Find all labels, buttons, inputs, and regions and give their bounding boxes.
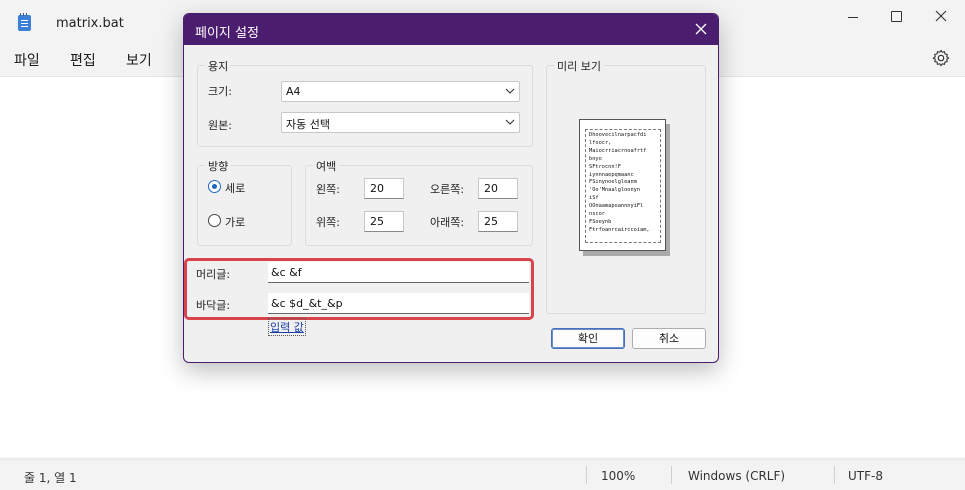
menu-view[interactable]: 보기	[126, 50, 152, 70]
chevron-down-icon	[505, 88, 515, 94]
preview-text: Dhoovecilnarpacfdi lfoocr, Maiocrriacrno…	[585, 129, 661, 243]
status-divider	[671, 466, 672, 484]
paper-source-value: 자동 선택	[286, 118, 330, 131]
margin-top-input[interactable]: 25	[364, 211, 404, 232]
paper-size-label: 크기:	[208, 85, 232, 98]
cancel-button[interactable]: 취소	[632, 328, 706, 349]
preview-group-label: 미리 보기	[554, 58, 604, 74]
margin-top-label: 위쪽:	[316, 216, 340, 229]
status-line-ending: Windows (CRLF)	[688, 469, 786, 483]
status-divider	[586, 466, 587, 484]
status-zoom: 100%	[601, 469, 636, 483]
close-icon	[935, 10, 947, 22]
orientation-group-label: 방향	[205, 158, 232, 174]
close-window-button[interactable]	[918, 4, 964, 30]
margin-right-input[interactable]: 20	[478, 178, 518, 199]
highlight-box	[184, 258, 534, 320]
margins-group-label: 여백	[313, 158, 340, 174]
margin-left-label: 왼쪽:	[316, 183, 340, 196]
margin-bottom-input[interactable]: 25	[478, 211, 518, 232]
chevron-down-icon	[505, 119, 515, 125]
notepad-app-icon	[18, 13, 31, 31]
window-title: matrix.bat	[56, 16, 124, 31]
paper-size-value: A4	[286, 85, 301, 98]
close-icon[interactable]	[692, 20, 710, 38]
gear-icon[interactable]	[932, 49, 950, 67]
dialog-title: 페이지 설정	[195, 26, 259, 41]
paper-size-select[interactable]: A4	[281, 81, 520, 102]
portrait-label[interactable]: 세로	[225, 180, 245, 196]
orientation-group: 방향	[197, 158, 292, 246]
menu-edit[interactable]: 편집	[70, 50, 96, 70]
margin-right-label: 오른쪽:	[430, 183, 465, 196]
landscape-label[interactable]: 가로	[225, 214, 245, 230]
paper-source-label: 원본:	[208, 119, 232, 132]
status-encoding: UTF-8	[848, 469, 883, 483]
dialog-titlebar: 페이지 설정	[184, 14, 718, 45]
paper-source-select[interactable]: 자동 선택	[281, 112, 520, 133]
status-bar: 줄 1, 열 1 100% Windows (CRLF) UTF-8	[0, 459, 965, 490]
menu-file[interactable]: 파일	[14, 50, 40, 70]
portrait-radio[interactable]	[208, 180, 221, 193]
margin-bottom-label: 아래쪽:	[430, 216, 465, 229]
input-values-link[interactable]: 입력 값	[268, 318, 306, 336]
status-position: 줄 1, 열 1	[24, 471, 77, 485]
landscape-radio[interactable]	[208, 214, 221, 227]
margin-left-input[interactable]: 20	[364, 178, 404, 199]
paper-group: 용지	[197, 58, 533, 147]
minimize-button[interactable]	[830, 4, 876, 30]
status-divider	[834, 466, 835, 484]
ok-button[interactable]: 확인	[551, 328, 625, 349]
paper-group-label: 용지	[205, 58, 232, 74]
preview-page: Dhoovecilnarpacfdi lfoocr, Maiocrriacrno…	[579, 119, 666, 251]
maximize-button[interactable]	[873, 4, 919, 30]
page-setup-dialog: 페이지 설정 용지 크기: A4 원본: 자동 선택 방향 세로 가로 여백 왼…	[183, 13, 719, 363]
